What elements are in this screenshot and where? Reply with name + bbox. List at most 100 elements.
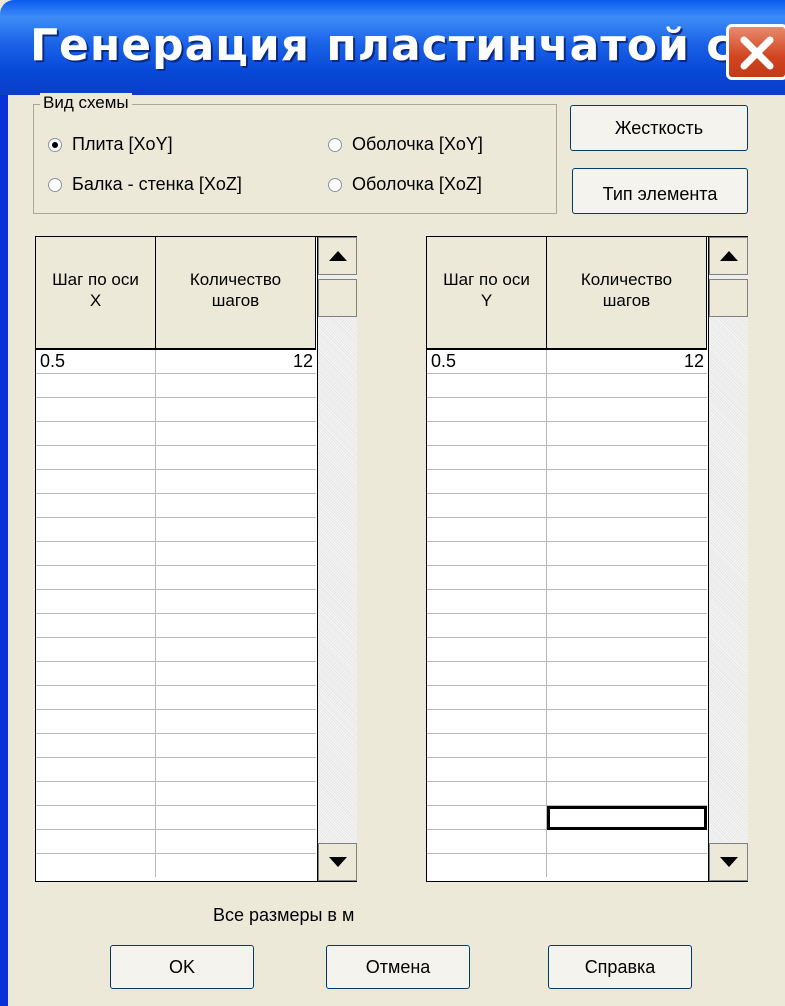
cell-count[interactable] [547, 374, 707, 398]
radio-plate-xoy[interactable]: Плита [XoY] [48, 134, 173, 155]
cell-count[interactable] [547, 854, 707, 877]
cell-count[interactable] [547, 830, 707, 854]
scroll-thumb[interactable] [318, 279, 357, 317]
cell-step[interactable]: 0.5 [427, 350, 547, 374]
table-row[interactable] [427, 398, 707, 422]
table-row[interactable] [36, 806, 316, 830]
cell-count[interactable] [547, 518, 707, 542]
table-row[interactable] [427, 518, 707, 542]
table-row[interactable] [36, 710, 316, 734]
table-row[interactable] [427, 494, 707, 518]
element-type-button[interactable]: Тип элемента [572, 168, 748, 214]
table-row[interactable] [36, 494, 316, 518]
cell-step[interactable] [427, 710, 547, 734]
radio-indicator[interactable] [48, 177, 62, 192]
cell-step[interactable] [427, 494, 547, 518]
table-row[interactable] [36, 614, 316, 638]
cell-step[interactable] [427, 830, 547, 854]
table-row[interactable] [36, 422, 316, 446]
grid-x-scrollbar[interactable] [317, 237, 357, 881]
cell-count[interactable] [547, 686, 707, 710]
grid-y-steps[interactable]: Шаг по оси Y Количество шагов 0.5 12 [426, 236, 748, 882]
table-row[interactable] [36, 374, 316, 398]
cell-count[interactable] [547, 398, 707, 422]
cell-count[interactable] [547, 494, 707, 518]
cell-step[interactable] [36, 374, 156, 398]
cell-count[interactable] [156, 710, 316, 734]
table-row[interactable]: 0.5 12 [427, 350, 707, 374]
table-row[interactable] [36, 662, 316, 686]
cell-step[interactable] [427, 590, 547, 614]
cell-step[interactable] [427, 662, 547, 686]
active-cell[interactable] [547, 806, 707, 830]
cell-step[interactable] [36, 470, 156, 494]
scroll-thumb[interactable] [709, 279, 748, 317]
cell-step[interactable]: 0.5 [36, 350, 156, 374]
cell-count[interactable] [156, 398, 316, 422]
cell-count[interactable] [156, 422, 316, 446]
table-row[interactable] [36, 638, 316, 662]
cell-count[interactable] [156, 614, 316, 638]
cell-count[interactable] [156, 590, 316, 614]
radio-shell-xoz[interactable]: Оболочка [XoZ] [328, 174, 482, 195]
cell-count[interactable] [156, 782, 316, 806]
cell-step[interactable] [36, 686, 156, 710]
scroll-up-button[interactable] [318, 237, 357, 275]
cell-step[interactable] [427, 758, 547, 782]
cell-step[interactable] [427, 686, 547, 710]
cell-count[interactable] [547, 614, 707, 638]
table-row[interactable] [427, 806, 707, 830]
cell-step[interactable] [427, 518, 547, 542]
cell-step[interactable] [36, 854, 156, 877]
cell-step[interactable] [36, 710, 156, 734]
cell-count[interactable] [156, 470, 316, 494]
table-row[interactable] [36, 854, 316, 877]
scroll-up-button[interactable] [709, 237, 748, 275]
cell-count[interactable] [547, 542, 707, 566]
table-row[interactable] [427, 758, 707, 782]
close-button[interactable] [726, 24, 785, 80]
radio-beam-wall-xoz[interactable]: Балка - стенка [XoZ] [48, 174, 242, 195]
table-row[interactable] [36, 758, 316, 782]
cell-count[interactable] [547, 662, 707, 686]
cell-step[interactable] [36, 734, 156, 758]
cell-step[interactable] [36, 398, 156, 422]
cell-count[interactable] [156, 662, 316, 686]
cell-count[interactable] [547, 734, 707, 758]
cell-count[interactable] [156, 758, 316, 782]
radio-shell-xoy[interactable]: Оболочка [XoY] [328, 134, 483, 155]
cell-step[interactable] [36, 422, 156, 446]
cell-step[interactable] [36, 758, 156, 782]
cell-count[interactable] [156, 734, 316, 758]
cell-step[interactable] [36, 614, 156, 638]
cell-count[interactable] [156, 542, 316, 566]
table-row[interactable] [427, 542, 707, 566]
cell-count[interactable] [547, 710, 707, 734]
cell-count[interactable] [156, 494, 316, 518]
table-row[interactable] [427, 614, 707, 638]
cell-count[interactable] [547, 446, 707, 470]
cell-count[interactable] [156, 854, 316, 877]
table-row[interactable] [427, 710, 707, 734]
radio-indicator[interactable] [48, 137, 62, 152]
stiffness-button[interactable]: Жесткость [570, 105, 748, 151]
cell-step[interactable] [427, 854, 547, 877]
cell-count[interactable]: 12 [156, 350, 316, 374]
cell-count[interactable] [547, 638, 707, 662]
radio-indicator[interactable] [328, 177, 342, 192]
cell-count[interactable] [156, 446, 316, 470]
cell-count[interactable] [156, 686, 316, 710]
cell-step[interactable] [427, 422, 547, 446]
radio-indicator[interactable] [328, 137, 342, 152]
cell-step[interactable] [36, 806, 156, 830]
cell-count[interactable] [156, 518, 316, 542]
cell-step[interactable] [36, 662, 156, 686]
cell-step[interactable] [36, 446, 156, 470]
scroll-down-button[interactable] [318, 843, 357, 881]
scroll-down-button[interactable] [709, 843, 748, 881]
table-row[interactable] [427, 830, 707, 854]
table-row[interactable] [427, 854, 707, 877]
cell-count[interactable] [156, 806, 316, 830]
cell-step[interactable] [427, 638, 547, 662]
cell-step[interactable] [36, 590, 156, 614]
